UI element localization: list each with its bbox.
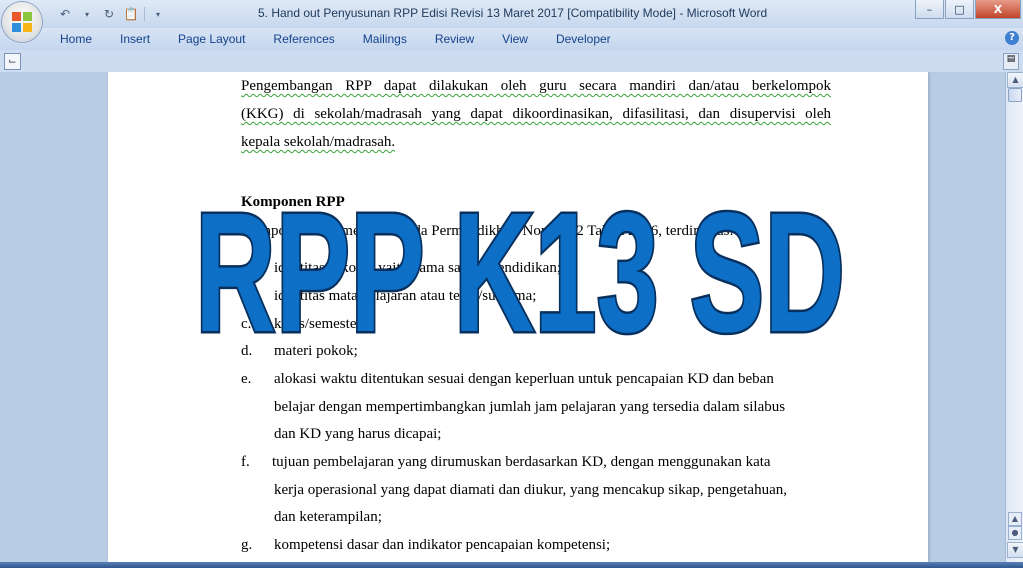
intro-line-3: kepala sekolah/madrasah. xyxy=(241,134,396,150)
list-item: kompetensi dasar dan indikator pencapaia… xyxy=(274,537,611,553)
tab-developer[interactable]: Developer xyxy=(542,32,625,46)
customize-toolbar-icon[interactable]: ▾ xyxy=(149,6,167,22)
maximize-button[interactable]: □ xyxy=(945,0,974,19)
close-button[interactable]: X xyxy=(975,0,1021,19)
undo-icon[interactable]: ↶ xyxy=(56,6,74,22)
list-marker: e. xyxy=(241,371,252,387)
window-controls: – □ X xyxy=(915,0,1021,19)
window-title: 5. Hand out Penyusunan RPP Edisi Revisi … xyxy=(258,6,768,20)
title-bar: ↶ ▾ ↻ 📋 ▾ 5. Hand out Penyusunan RPP Edi… xyxy=(0,0,1023,29)
tab-view[interactable]: View xyxy=(488,32,542,46)
intro-line-1: Pengembangan RPP dapat dilakukan oleh gu… xyxy=(241,78,831,94)
rpp-k13-sd-overlay: RPP K13 SD xyxy=(190,186,850,346)
office-logo-icon xyxy=(12,12,32,32)
overlay-text: RPP K13 SD xyxy=(195,186,845,346)
paste-icon[interactable]: 📋 xyxy=(122,6,140,22)
tab-page-layout[interactable]: Page Layout xyxy=(164,32,259,46)
ribbon: Home Insert Page Layout References Maili… xyxy=(0,28,1023,51)
undo-dropdown-icon[interactable]: ▾ xyxy=(78,6,96,22)
intro-line-2: (KKG) di sekolah/madrasah yang dapat dik… xyxy=(241,106,831,122)
prev-page-icon[interactable]: ▲ xyxy=(1008,512,1022,526)
view-ruler-icon[interactable]: ▤ xyxy=(1003,53,1019,70)
list-item: kerja operasional yang dapat diamati dan… xyxy=(274,482,787,498)
tab-home[interactable]: Home xyxy=(46,32,106,46)
list-item: alokasi waktu ditentukan sesuai dengan k… xyxy=(274,371,774,387)
quick-access-toolbar: ↶ ▾ ↻ 📋 ▾ xyxy=(50,5,167,23)
scroll-down-button[interactable]: ▼ xyxy=(1007,542,1023,558)
taskbar-strip xyxy=(0,562,1023,568)
list-marker: g. xyxy=(241,537,253,553)
minimize-button[interactable]: – xyxy=(915,0,944,19)
office-button[interactable] xyxy=(2,2,42,42)
tab-insert[interactable]: Insert xyxy=(106,32,164,46)
list-item: belajar dengan mempertimbangkan jumlah j… xyxy=(274,399,786,415)
list-item: dan keterampilan; xyxy=(274,509,382,525)
scroll-up-button[interactable]: ▲ xyxy=(1007,72,1023,88)
tab-mailings[interactable]: Mailings xyxy=(349,32,421,46)
vertical-scrollbar[interactable]: ▲ ▲ ● ▼ xyxy=(1005,72,1023,562)
select-browse-object-icon[interactable]: ● xyxy=(1008,526,1022,540)
tab-stop-selector[interactable]: ⌙ xyxy=(4,53,21,70)
list-item: tujuan pembelajaran yang dirumuskan berd… xyxy=(272,454,771,470)
ruler-row: ⌙ ▤ xyxy=(0,50,1023,72)
tab-references[interactable]: References xyxy=(259,32,348,46)
scroll-thumb[interactable] xyxy=(1008,88,1022,102)
list-item: dan KD yang harus dicapai; xyxy=(274,426,442,442)
tab-review[interactable]: Review xyxy=(421,32,488,46)
help-button[interactable]: ? xyxy=(1005,31,1019,45)
redo-icon[interactable]: ↻ xyxy=(100,6,118,22)
ribbon-tabs: Home Insert Page Layout References Maili… xyxy=(46,32,625,46)
overlay-svg: RPP K13 SD xyxy=(193,186,848,346)
list-marker: f. xyxy=(241,454,250,470)
